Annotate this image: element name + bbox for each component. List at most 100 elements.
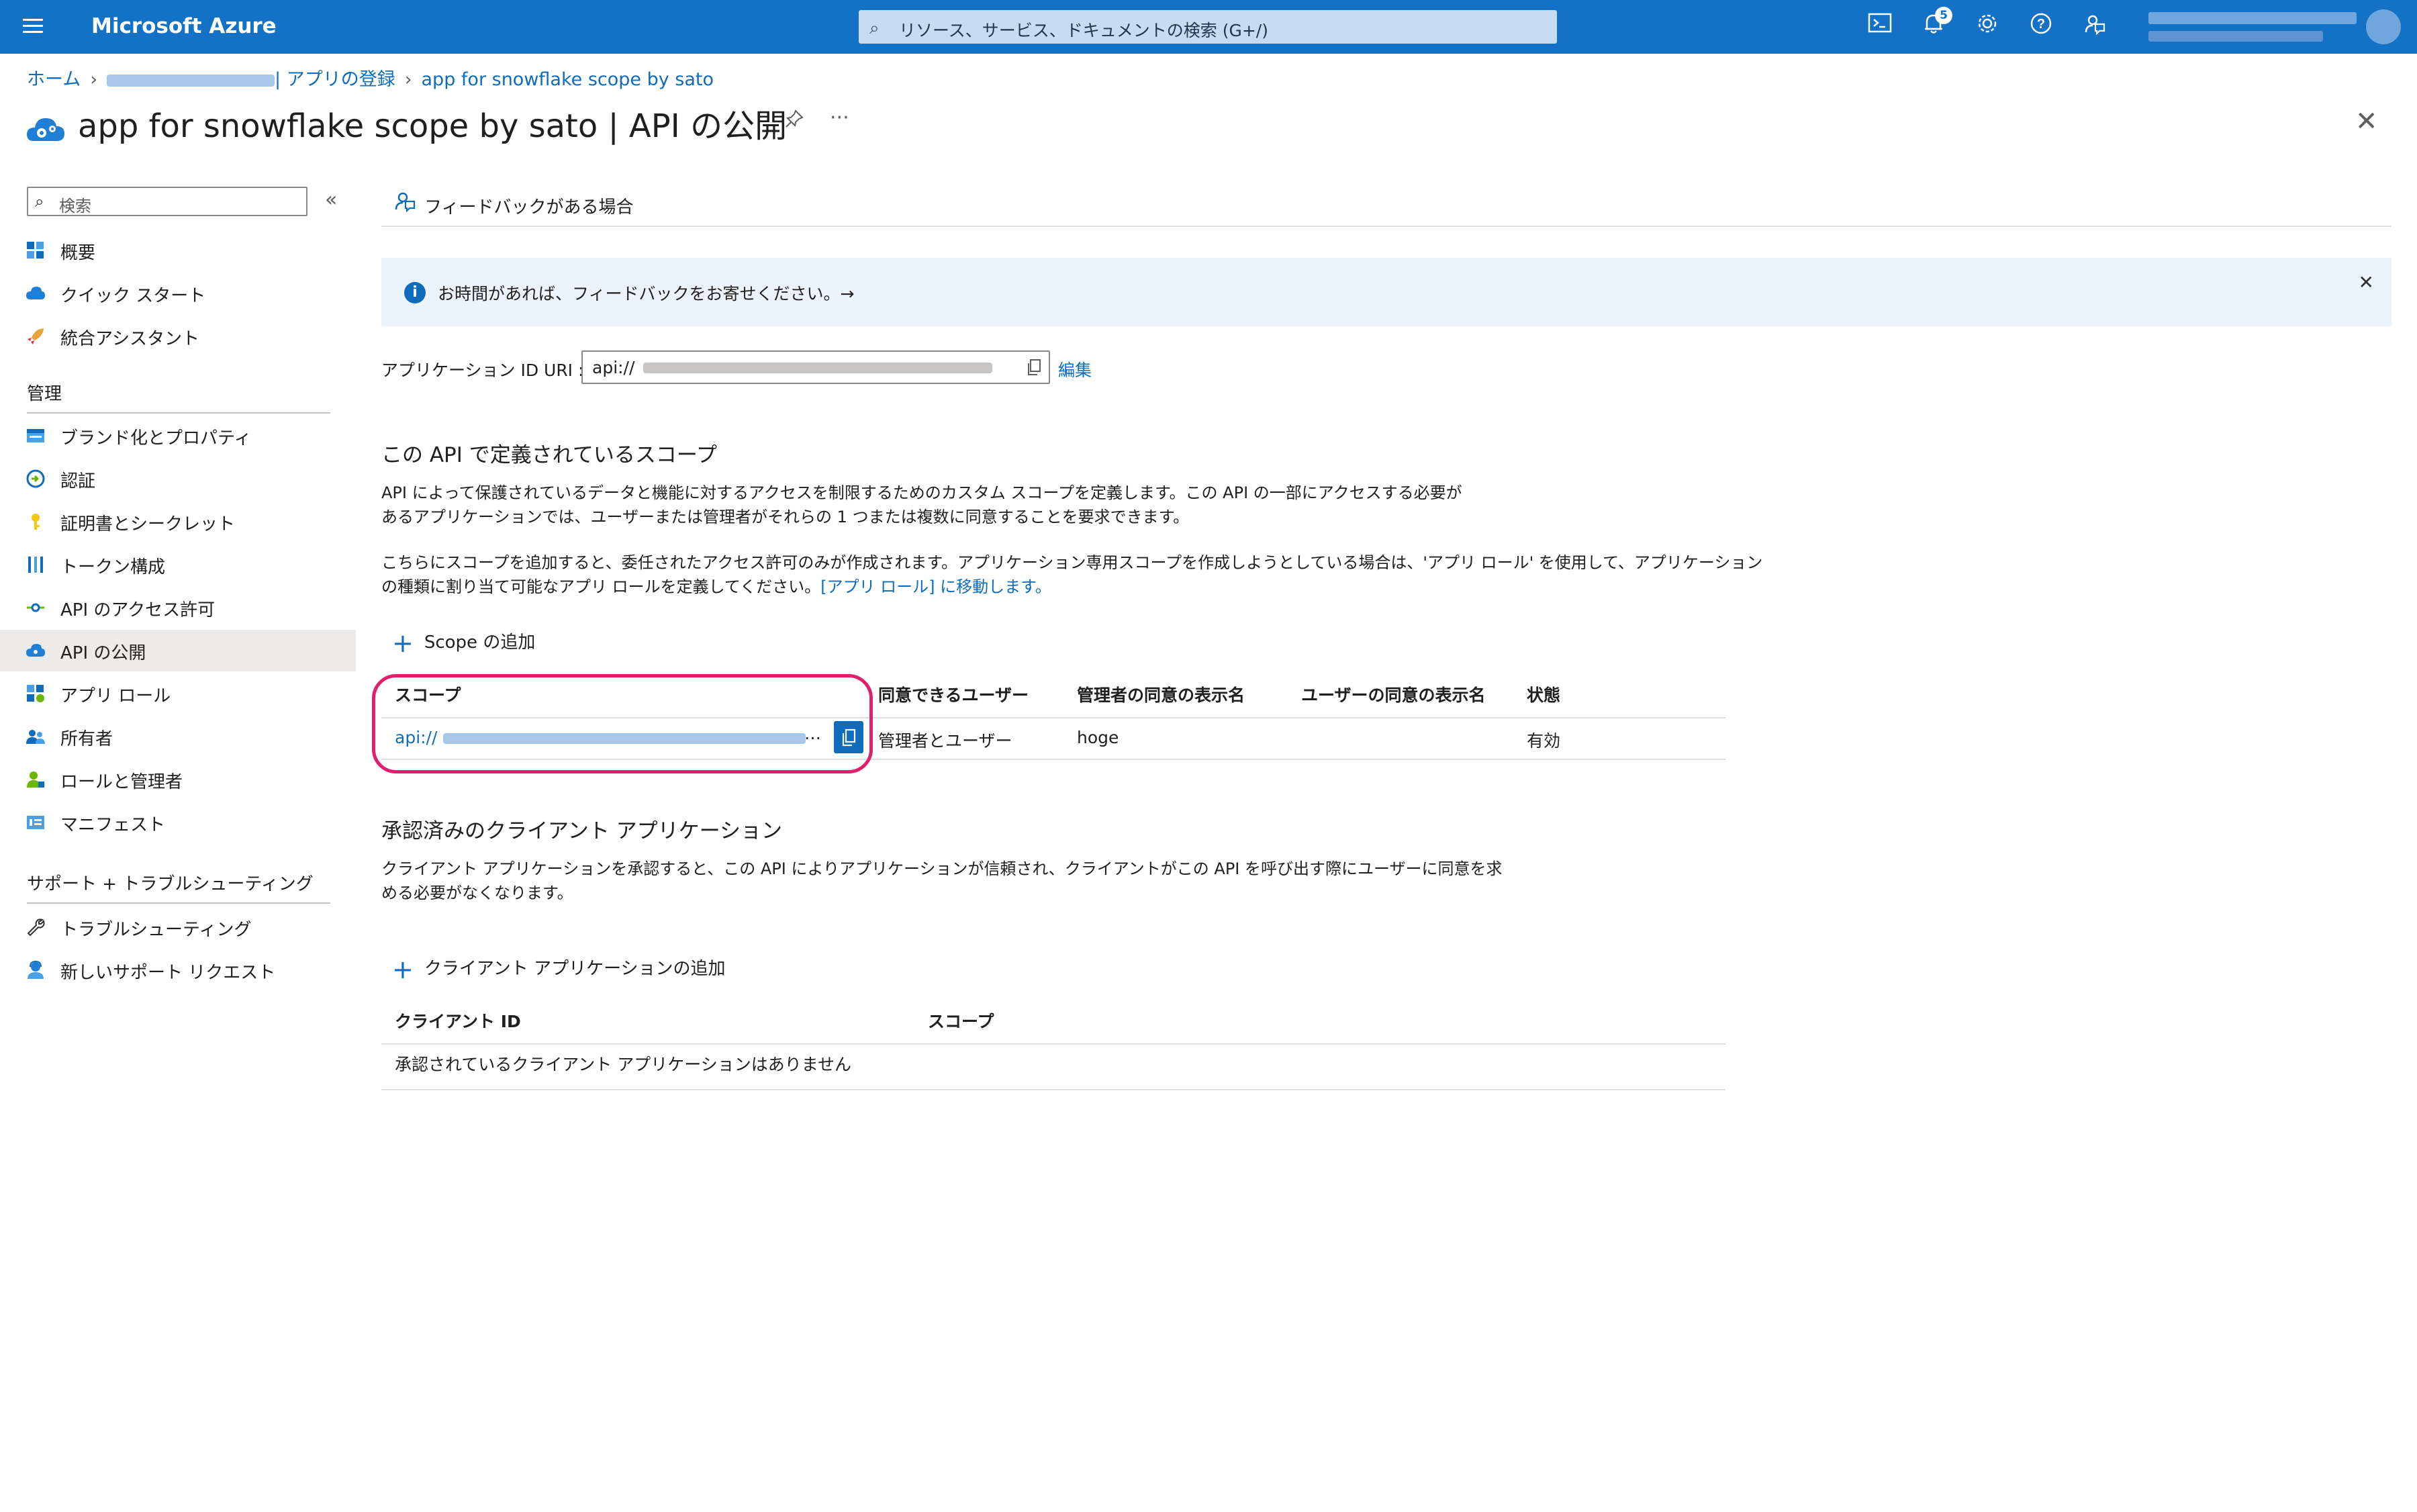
add-scope-label: Scope の追加 bbox=[424, 632, 536, 653]
grid-icon bbox=[26, 240, 46, 261]
cloud-icon bbox=[26, 283, 46, 303]
sidebar-item-authentication[interactable]: 認証 bbox=[0, 458, 356, 500]
sidebar-item-troubleshooting[interactable]: トラブルシューティング bbox=[0, 906, 356, 948]
app-roles-icon bbox=[26, 683, 46, 704]
sidebar-search-placeholder: 検索 bbox=[59, 197, 91, 216]
global-search-placeholder: リソース、サービス、ドキュメントの検索 (G+/) bbox=[899, 21, 1268, 40]
portal-brand[interactable]: Microsoft Azure bbox=[91, 12, 277, 40]
sidebar-item-expose-api[interactable]: API の公開 bbox=[0, 630, 356, 671]
command-bar: フィードバックがある場合 bbox=[381, 187, 2391, 227]
sidebar-item-manifest[interactable]: マニフェスト bbox=[0, 802, 356, 843]
add-scope-button[interactable]: + Scope の追加 bbox=[392, 628, 535, 658]
info-banner: i お時間があれば、フィードバックをお寄せください。→ ✕ bbox=[381, 258, 2391, 326]
close-icon[interactable]: ✕ bbox=[2359, 271, 2374, 293]
token-icon bbox=[26, 555, 46, 575]
divider bbox=[27, 902, 330, 904]
scopes-description-line: API によって保護されているデータと機能に対するアクセスを制限するためのカスタ… bbox=[381, 483, 1462, 502]
more-options-icon[interactable]: ··· bbox=[830, 106, 849, 130]
auth-icon bbox=[26, 469, 46, 489]
feedback-button[interactable]: フィードバックがある場合 bbox=[424, 193, 633, 218]
feedback-icon[interactable] bbox=[393, 189, 416, 218]
app-roles-link[interactable]: [アプリ ロール] に移動します。 bbox=[820, 577, 1051, 596]
sidebar-item-branding[interactable]: ブランド化とプロパティ bbox=[0, 415, 356, 457]
copy-icon[interactable] bbox=[1026, 359, 1042, 380]
sidebar-item-app-roles[interactable]: アプリ ロール bbox=[0, 673, 356, 714]
svg-text:?: ? bbox=[2037, 17, 2045, 32]
roles-admin-icon bbox=[26, 769, 46, 790]
column-header-client-id: クライアント ID bbox=[395, 1012, 521, 1031]
scopes-description: API によって保護されているデータと機能に対するアクセスを制限するためのカスタ… bbox=[381, 481, 1462, 529]
breadcrumb-home[interactable]: ホーム bbox=[27, 69, 81, 90]
sidebar-item-label: ロールと管理者 bbox=[60, 772, 183, 792]
sidebar-item-quickstart[interactable]: クイック スタート bbox=[0, 273, 356, 314]
scopes-description-line: あるアプリケーションでは、ユーザーまたは管理者がそれらの 1 つまたは複数に同意… bbox=[381, 508, 1190, 526]
global-search-input[interactable]: ⌕ リソース、サービス、ドキュメントの検索 (G+/) bbox=[859, 10, 1557, 44]
collapse-sidebar-icon[interactable]: « bbox=[325, 188, 337, 211]
plus-icon: + bbox=[392, 628, 414, 658]
sidebar-item-label: 新しいサポート リクエスト bbox=[60, 963, 276, 983]
sidebar-item-token-config[interactable]: トークン構成 bbox=[0, 544, 356, 585]
sidebar-item-label: API のアクセス許可 bbox=[60, 600, 216, 620]
sidebar-section-support: サポート + トラブルシューティング bbox=[27, 874, 314, 894]
sidebar-item-label: 統合アシスタント bbox=[60, 329, 199, 349]
wrench-icon bbox=[26, 917, 46, 937]
column-header-admin-consent-display: 管理者の同意の表示名 bbox=[1077, 686, 1245, 705]
cloud-shell-icon[interactable] bbox=[1865, 12, 1895, 42]
page-title: app for snowflake scope by sato | API の公… bbox=[78, 107, 788, 145]
avatar[interactable] bbox=[2366, 9, 2401, 44]
breadcrumb-tenant-redacted[interactable] bbox=[107, 74, 275, 87]
support-icon bbox=[26, 960, 46, 980]
account-info[interactable] bbox=[2148, 8, 2357, 46]
divider bbox=[381, 1089, 1725, 1090]
app-id-uri-value: api:// bbox=[592, 358, 635, 377]
app-id-uri-field[interactable]: api:// bbox=[581, 350, 1050, 384]
permission-icon bbox=[26, 598, 46, 618]
search-icon: ⌕ bbox=[869, 18, 880, 38]
sidebar-item-label: 概要 bbox=[60, 243, 96, 263]
menu-icon[interactable] bbox=[23, 19, 43, 35]
notification-count-badge: 5 bbox=[1935, 7, 1952, 24]
top-navigation-bar: Microsoft Azure ⌕ リソース、サービス、ドキュメントの検索 (G… bbox=[0, 0, 2417, 54]
feedback-icon[interactable] bbox=[2080, 12, 2110, 42]
sidebar-item-api-permissions[interactable]: API のアクセス許可 bbox=[0, 587, 356, 628]
sidebar-item-owners[interactable]: 所有者 bbox=[0, 716, 356, 757]
sidebar-item-label: 所有者 bbox=[60, 729, 113, 749]
scopes-note-line: の種類に割り当て可能なアプリ ロールを定義してください。 bbox=[381, 577, 821, 596]
breadcrumb-current[interactable]: app for snowflake scope by sato bbox=[422, 69, 714, 90]
add-client-label: クライアント アプリケーションの追加 bbox=[424, 959, 726, 979]
sidebar-item-label: 証明書とシークレット bbox=[60, 514, 236, 534]
search-icon: ⌕ bbox=[35, 192, 44, 211]
state-cell: 有効 bbox=[1527, 731, 1561, 751]
edit-app-id-uri-link[interactable]: 編集 bbox=[1058, 357, 1092, 381]
pin-icon[interactable] bbox=[784, 109, 804, 134]
info-banner-text[interactable]: お時間があれば、フィードバックをお寄せください。→ bbox=[438, 281, 854, 305]
app-id-uri-label: アプリケーション ID URI : bbox=[381, 361, 584, 380]
help-icon[interactable]: ? bbox=[2026, 12, 2056, 42]
key-icon bbox=[26, 512, 46, 532]
sidebar-item-certificates[interactable]: 証明書とシークレット bbox=[0, 501, 356, 542]
sidebar-item-integration-assistant[interactable]: 統合アシスタント bbox=[0, 316, 356, 357]
sidebar-search-input[interactable]: ⌕ 検索 bbox=[27, 187, 307, 216]
owners-icon bbox=[26, 726, 46, 747]
add-client-application-button[interactable]: + クライアント アプリケーションの追加 bbox=[392, 955, 726, 984]
branding-icon bbox=[26, 426, 46, 446]
authorized-clients-description-line: める必要がなくなります。 bbox=[381, 884, 573, 902]
sidebar-item-new-support-request[interactable]: 新しいサポート リクエスト bbox=[0, 949, 356, 991]
scopes-heading: この API で定義されているスコープ bbox=[381, 443, 717, 467]
breadcrumb-app-registrations[interactable]: | アプリの登録 bbox=[275, 69, 395, 90]
sidebar-item-label: 認証 bbox=[60, 471, 96, 491]
close-icon[interactable]: ✕ bbox=[2355, 106, 2378, 137]
scopes-note-line: こちらにスコープを追加すると、委任されたアクセス許可のみが作成されます。アプリケ… bbox=[381, 553, 1763, 572]
sidebar-item-label: API の公開 bbox=[60, 643, 146, 663]
sidebar-item-label: トークン構成 bbox=[60, 557, 166, 577]
admin-consent-display-cell: hoge bbox=[1077, 728, 1119, 747]
authorized-clients-description-line: クライアント アプリケーションを承認すると、この API によりアプリケーション… bbox=[381, 859, 1503, 878]
breadcrumb: ホーム › | アプリの登録 › app for snowflake scope by … bbox=[27, 69, 714, 90]
column-header-client-scope: スコープ bbox=[928, 1012, 994, 1031]
settings-gear-icon[interactable] bbox=[1973, 12, 2002, 42]
sidebar-item-roles-admins[interactable]: ロールと管理者 bbox=[0, 759, 356, 800]
client-empty-message: 承認されているクライアント アプリケーションはありません bbox=[395, 1055, 851, 1074]
sidebar-item-overview[interactable]: 概要 bbox=[0, 230, 356, 271]
rocket-icon bbox=[26, 326, 46, 346]
app-id-uri-redacted bbox=[643, 363, 992, 373]
